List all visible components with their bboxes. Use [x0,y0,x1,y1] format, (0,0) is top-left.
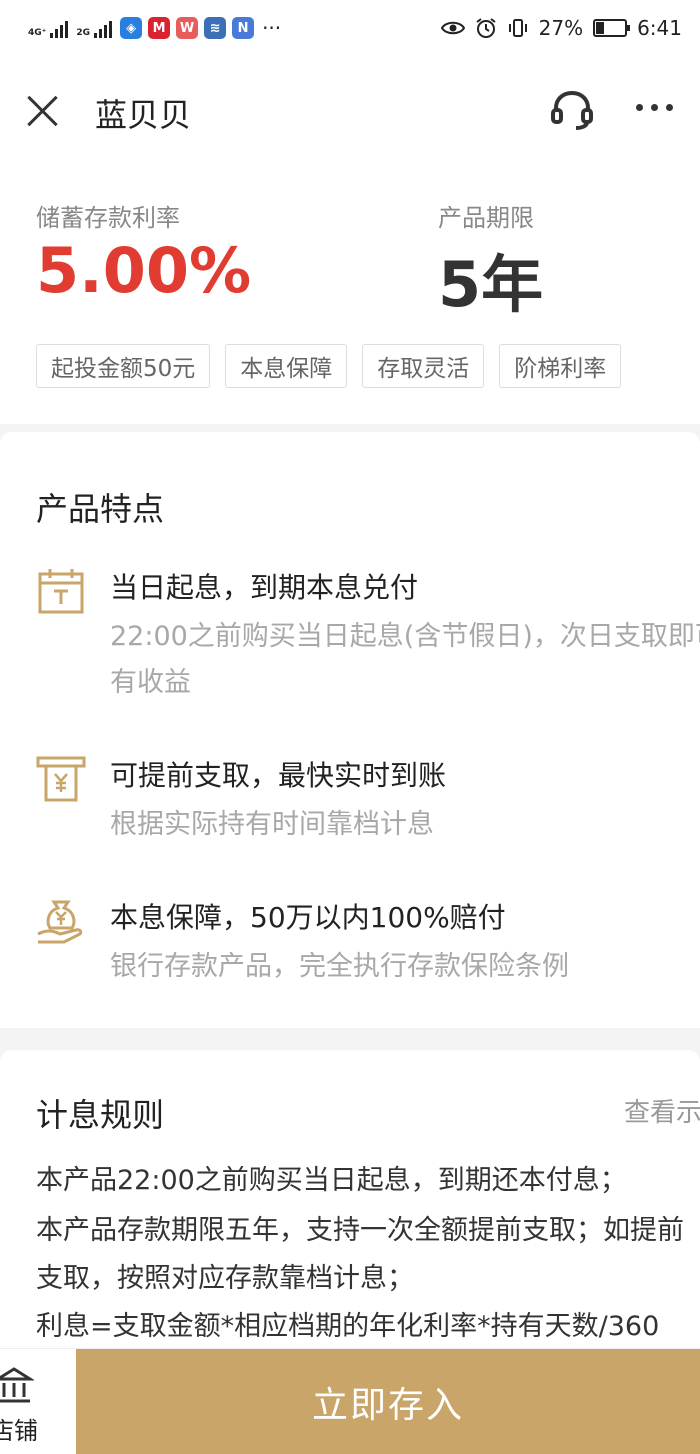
alarm-icon [476,18,496,38]
shop-label: 店铺 [0,1417,38,1445]
signal-2g-icon: 2G [76,18,113,38]
feature-desc: 根据实际持有时间靠档计息 [110,809,434,840]
cloud-app-icon: ≋ [204,17,227,39]
interest-rules-section: 计息规则 查看示例 本产品22:00之前购买当日起息，到期还本付息； 本产品存款… [0,1050,700,1350]
features-section: 产品特点 当日起息，到期本息兑付 22:00之前购买当日起息(含节假日)，次日支… [0,432,700,1028]
clock: 6:41 [637,16,682,40]
atm-yuan-icon [36,756,86,802]
battery-percent: 27% [538,16,584,40]
customer-service-icon[interactable] [548,86,596,134]
status-bar: 4G⁺ 2G ◈ M W ≋ N ··· 27% 6:41 [0,0,700,56]
feature-title: 本息保障，50万以内100%赔付 [110,901,506,934]
rule-line: 利息=支取金额*相应档期的年化利率*持有天数/360 [36,1311,660,1342]
cmb-app-icon: M [148,17,171,39]
shop-button[interactable]: 店铺 [0,1349,76,1454]
news-app-icon: N [232,17,255,39]
bank-icon [0,1367,34,1403]
notification-icons: ◈ M W ≋ N [120,17,255,39]
term-label: 产品期限 [438,204,534,232]
rule-line: 本产品22:00之前购买当日起息，到期还本付息； [36,1165,627,1196]
feature-desc: 22:00之前购买当日起息(含节假日)，次日支取即可有收益 [110,621,700,698]
weibo-app-icon: W [176,17,199,39]
rate-value: 5.00% [36,234,252,307]
feature-desc: 银行存款产品，完全执行存款保险条例 [110,951,569,982]
eye-icon [440,21,465,35]
page-title: 蓝贝贝 [95,96,192,134]
product-tag: 本息保障 [225,344,348,388]
product-tag: 存取灵活 [362,344,485,388]
money-bag-hand-icon [37,900,83,944]
feature-title: 可提前支取，最快实时到账 [110,759,447,792]
feature-title: 当日起息，到期本息兑付 [110,571,419,604]
network-type-label: 4G⁺ [28,28,47,38]
rule-line: 本产品存款期限五年，支持一次全额提前支取；如提前 [36,1215,684,1246]
deposit-now-button[interactable]: 立即存入 [76,1349,700,1454]
term-value: 5年 [438,248,544,321]
app-header: 蓝贝贝 [0,56,700,166]
more-options-icon[interactable] [636,104,673,111]
vibrate-icon [508,19,527,37]
product-summary: 储蓄存款利率 5.00% 产品期限 5年 起投金额50元 本息保障 存取灵活 阶梯利率 [0,166,700,424]
product-tag: 阶梯利率 [499,344,622,388]
bottom-action-bar: 店铺 立即存入 [0,1348,700,1454]
view-example-link[interactable]: 查看示例 [624,1092,700,1129]
close-icon[interactable] [26,94,60,128]
rules-title: 计息规则 [36,1096,165,1134]
status-left: 4G⁺ 2G ◈ M W ≋ N ··· [28,16,281,40]
signal-4g-icon: 4G⁺ [28,18,69,38]
more-notifications-icon: ··· [262,16,282,40]
battery-fill [596,22,605,34]
product-tags: 起投金额50元 本息保障 存取灵活 阶梯利率 [36,344,622,388]
rule-line: 支取，按照对应存款靠档计息； [36,1263,414,1294]
shield-app-icon: ◈ [120,17,143,39]
product-tag: 起投金额50元 [36,344,211,388]
network-type-label: 2G [76,28,91,38]
rate-label: 储蓄存款利率 [36,204,180,232]
battery-icon [593,19,631,37]
features-title: 产品特点 [36,490,165,528]
calendar-icon [38,569,84,614]
status-right: 27% 6:41 [440,16,682,40]
